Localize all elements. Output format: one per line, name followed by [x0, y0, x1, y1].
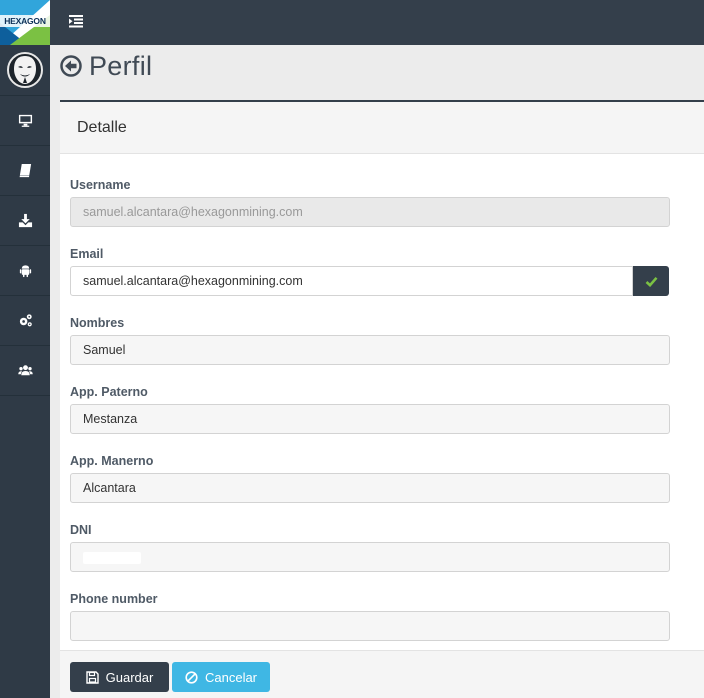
form-footer: Guardar Cancelar: [60, 650, 704, 698]
sidebar-item-downloads[interactable]: [0, 196, 50, 246]
email-input[interactable]: samuel.alcantara@hexagonmining.com: [70, 266, 633, 296]
app-paterno-label: App. Paterno: [70, 385, 148, 399]
hexagon-logo[interactable]: HEXAGON: [0, 0, 50, 45]
logo-text: HEXAGON: [0, 15, 50, 27]
mask-avatar-icon: [14, 56, 36, 84]
page-header: Perfil: [60, 48, 152, 84]
android-icon: [19, 265, 31, 278]
gears-icon: [19, 314, 32, 327]
sidebar-item-settings[interactable]: [0, 296, 50, 346]
email-verified-addon: [633, 266, 669, 296]
download-icon: [18, 213, 32, 228]
nombres-label: Nombres: [70, 316, 125, 330]
app-manerno-field-group: App. Manerno Alcantara: [70, 453, 670, 503]
panel-title: Detalle: [77, 118, 127, 136]
phone-input[interactable]: [70, 611, 670, 641]
sidebar: [0, 45, 50, 698]
dni-input[interactable]: [70, 542, 670, 572]
ban-icon: [185, 670, 198, 684]
menu-toggle-icon[interactable]: [68, 13, 84, 29]
dni-label: DNI: [70, 523, 92, 537]
sidebar-item-dashboard[interactable]: [0, 96, 50, 146]
app-paterno-input[interactable]: Mestanza: [70, 404, 670, 434]
username-input[interactable]: samuel.alcantara@hexagonmining.com: [70, 197, 670, 227]
sidebar-item-users[interactable]: [0, 346, 50, 396]
panel-header: Detalle: [60, 102, 704, 154]
sidebar-item-documents[interactable]: [0, 146, 50, 196]
email-field-group: Email samuel.alcantara@hexagonmining.com: [70, 246, 670, 296]
app-manerno-label: App. Manerno: [70, 454, 154, 468]
check-icon: [645, 276, 657, 287]
book-icon: [19, 163, 31, 178]
phone-field-group: Phone number: [70, 591, 670, 641]
email-input-group: samuel.alcantara@hexagonmining.com: [70, 266, 669, 296]
users-icon: [17, 365, 33, 376]
sidebar-avatar-cell: [0, 45, 50, 96]
phone-label: Phone number: [70, 592, 158, 606]
redacted-value: [83, 551, 141, 564]
save-button[interactable]: Guardar: [70, 662, 169, 692]
cancel-button[interactable]: Cancelar: [172, 662, 270, 692]
app-paterno-field-group: App. Paterno Mestanza: [70, 384, 670, 434]
save-button-label: Guardar: [105, 669, 154, 685]
username-label: Username: [70, 178, 131, 192]
dni-field-group: DNI: [70, 522, 670, 572]
sidebar-item-android[interactable]: [0, 246, 50, 296]
page-title: Perfil: [89, 50, 153, 81]
monitor-icon: [18, 114, 32, 127]
avatar[interactable]: [7, 52, 43, 88]
nombres-field-group: Nombres Samuel: [70, 315, 670, 365]
app-manerno-input[interactable]: Alcantara: [70, 473, 670, 503]
cancel-button-label: Cancelar: [204, 669, 258, 685]
email-label: Email: [70, 247, 104, 261]
floppy-disk-icon: [85, 670, 99, 684]
back-arrow-icon[interactable]: [60, 55, 82, 77]
nombres-input[interactable]: Samuel: [70, 335, 670, 365]
username-field-group: Username samuel.alcantara@hexagonmining.…: [70, 177, 670, 227]
detail-panel: Detalle Username samuel.alcantara@hexago…: [60, 100, 704, 698]
top-bar: HEXAGON: [0, 0, 704, 45]
